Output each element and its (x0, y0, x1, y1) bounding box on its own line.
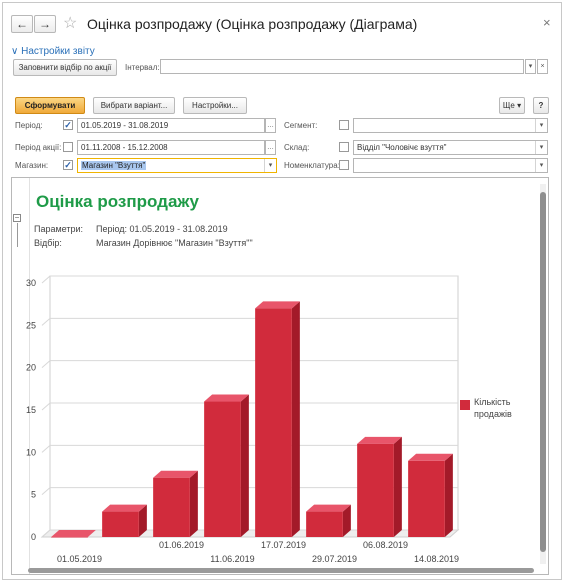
x-tick-label: 17.07.2019 (261, 540, 306, 550)
fill-filter-by-promo-button[interactable]: Заповнити відбір по акції (13, 59, 117, 76)
bar-7 (408, 460, 445, 537)
y-tick-label: 10 (26, 447, 36, 457)
bar-3 (204, 401, 241, 537)
legend-label-line2: продажів (474, 409, 512, 419)
horizontal-scrollbar[interactable] (28, 568, 534, 573)
report-area[interactable]: − Оцінка розпродажу Параметри: Період: 0… (11, 177, 549, 575)
bar-0 (51, 537, 88, 538)
vertical-scrollbar-thumb[interactable] (540, 192, 546, 552)
forward-button[interactable]: → (34, 15, 56, 33)
bar-side (444, 453, 453, 537)
period-picker-button[interactable]: … (265, 118, 276, 133)
period-field[interactable]: 01.05.2019 - 31.08.2019 (77, 118, 265, 133)
title-bar: ← → ☆ Оцінка розпродажу (Оцінка розпрода… (3, 3, 561, 41)
y-gridline-side (41, 402, 51, 411)
collapse-group-icon[interactable]: − (13, 214, 21, 222)
period-checkbox[interactable]: ✓ (63, 120, 73, 130)
bar-1 (102, 511, 139, 537)
store-value: Магазин "Взуття" (81, 161, 147, 170)
y-tick-label: 25 (26, 320, 36, 330)
params-label: Параметри: (34, 224, 84, 234)
bar-4 (255, 308, 292, 537)
bar-2 (153, 477, 190, 537)
filter-value: Магазин Дорівнює "Магазин "Взуття"" (96, 238, 253, 248)
favorite-star-icon[interactable]: ☆ (63, 13, 77, 33)
bar-side (240, 394, 249, 537)
chevron-down-icon: ∨ (11, 46, 22, 57)
warehouse-dropdown-icon[interactable]: ▾ (535, 141, 547, 154)
y-gridline-side (41, 444, 51, 453)
run-report-button[interactable]: Сформувати (15, 97, 85, 114)
group-bracket-line (17, 223, 18, 247)
segment-dropdown-icon[interactable]: ▾ (535, 119, 547, 132)
interval-clear-button[interactable]: × (537, 59, 548, 74)
report-window: ← → ☆ Оцінка розпродажу (Оцінка розпрода… (2, 2, 562, 580)
y-tick-label: 30 (26, 278, 36, 288)
segment-field[interactable]: ▾ (353, 118, 548, 133)
y-tick-label: 20 (26, 363, 36, 373)
choose-variant-button[interactable]: Вибрати варіант... (93, 97, 175, 114)
segment-checkbox[interactable] (339, 120, 349, 130)
help-button[interactable]: ? (533, 97, 549, 114)
legend-label-line1: Кількість (474, 397, 511, 407)
store-dropdown-icon[interactable]: ▾ (264, 159, 276, 172)
filter-label: Відбір: (34, 238, 62, 248)
promo-period-picker-button[interactable]: … (265, 140, 276, 155)
interval-field[interactable] (160, 59, 524, 74)
promo-period-label: Період акції: (15, 143, 62, 152)
y-gridline-side (41, 487, 51, 496)
warehouse-checkbox[interactable] (339, 142, 349, 152)
warehouse-label: Склад: (284, 143, 310, 152)
x-tick-label: 06.08.2019 (363, 540, 408, 550)
y-tick-label: 0 (31, 532, 36, 542)
y-tick-label: 15 (26, 405, 36, 415)
x-tick-label: 01.05.2019 (57, 554, 102, 562)
store-label: Магазин: (15, 161, 49, 170)
warehouse-value: Відділ "Чоловічє взуття" (357, 143, 447, 152)
legend-swatch (460, 400, 470, 410)
bar-side (393, 436, 402, 537)
settings-button[interactable]: Настройки... (183, 97, 247, 114)
segment-label: Сегмент: (284, 121, 318, 130)
promo-period-field[interactable]: 01.11.2008 - 15.12.2008 (77, 140, 265, 155)
x-tick-label: 01.06.2019 (159, 540, 204, 550)
store-checkbox[interactable]: ✓ (63, 160, 73, 170)
report-title: Оцінка розпродажу (36, 192, 199, 211)
interval-dropdown-button[interactable]: ▾ (525, 59, 536, 74)
nomenclature-dropdown-icon[interactable]: ▾ (535, 159, 547, 172)
y-gridline-side (41, 275, 51, 284)
interval-label: Інтервал: (125, 63, 160, 72)
sales-chart: 0 5 10 15 20 25 30 01.05.2019 01.06.2019 11.06.20… (26, 275, 512, 562)
back-button[interactable]: ← (11, 15, 33, 33)
x-tick-label: 14.08.2019 (414, 554, 459, 562)
promo-period-checkbox[interactable] (63, 142, 73, 152)
y-gridline-side (41, 360, 51, 369)
window-title: Оцінка розпродажу (Оцінка розпродажу (Ді… (87, 16, 418, 32)
back-arrow-icon: ← (16, 17, 28, 31)
report-settings-label: Настройки звіту (21, 46, 95, 57)
forward-arrow-icon: → (39, 17, 51, 31)
bar-side (189, 470, 198, 537)
bar-side (291, 301, 300, 537)
y-gridline-side (41, 317, 51, 326)
store-field[interactable]: Магазин "Взуття" ▾ (77, 158, 277, 173)
bar-5 (306, 511, 343, 537)
report-settings-toggle[interactable]: ∨ Настройки звіту (11, 46, 95, 57)
nomenclature-label: Номенклатура: (284, 161, 340, 170)
period-value: 01.05.2019 - 31.08.2019 (81, 121, 169, 130)
vertical-scrollbar[interactable] (540, 184, 546, 564)
nomenclature-checkbox[interactable] (339, 160, 349, 170)
x-tick-label: 29.07.2019 (312, 554, 357, 562)
bar-6 (357, 443, 394, 537)
period-label: Період: (15, 121, 43, 130)
promo-period-value: 01.11.2008 - 15.12.2008 (81, 143, 168, 152)
warehouse-field[interactable]: Відділ "Чоловічє взуття" ▾ (353, 140, 548, 155)
close-icon[interactable]: × (543, 15, 551, 30)
nomenclature-field[interactable]: ▾ (353, 158, 548, 173)
x-tick-label: 11.06.2019 (210, 554, 254, 562)
y-tick-label: 5 (31, 490, 36, 500)
more-menu-button[interactable]: Ще ▾ (499, 97, 525, 114)
params-value: Період: 01.05.2019 - 31.08.2019 (96, 224, 228, 234)
